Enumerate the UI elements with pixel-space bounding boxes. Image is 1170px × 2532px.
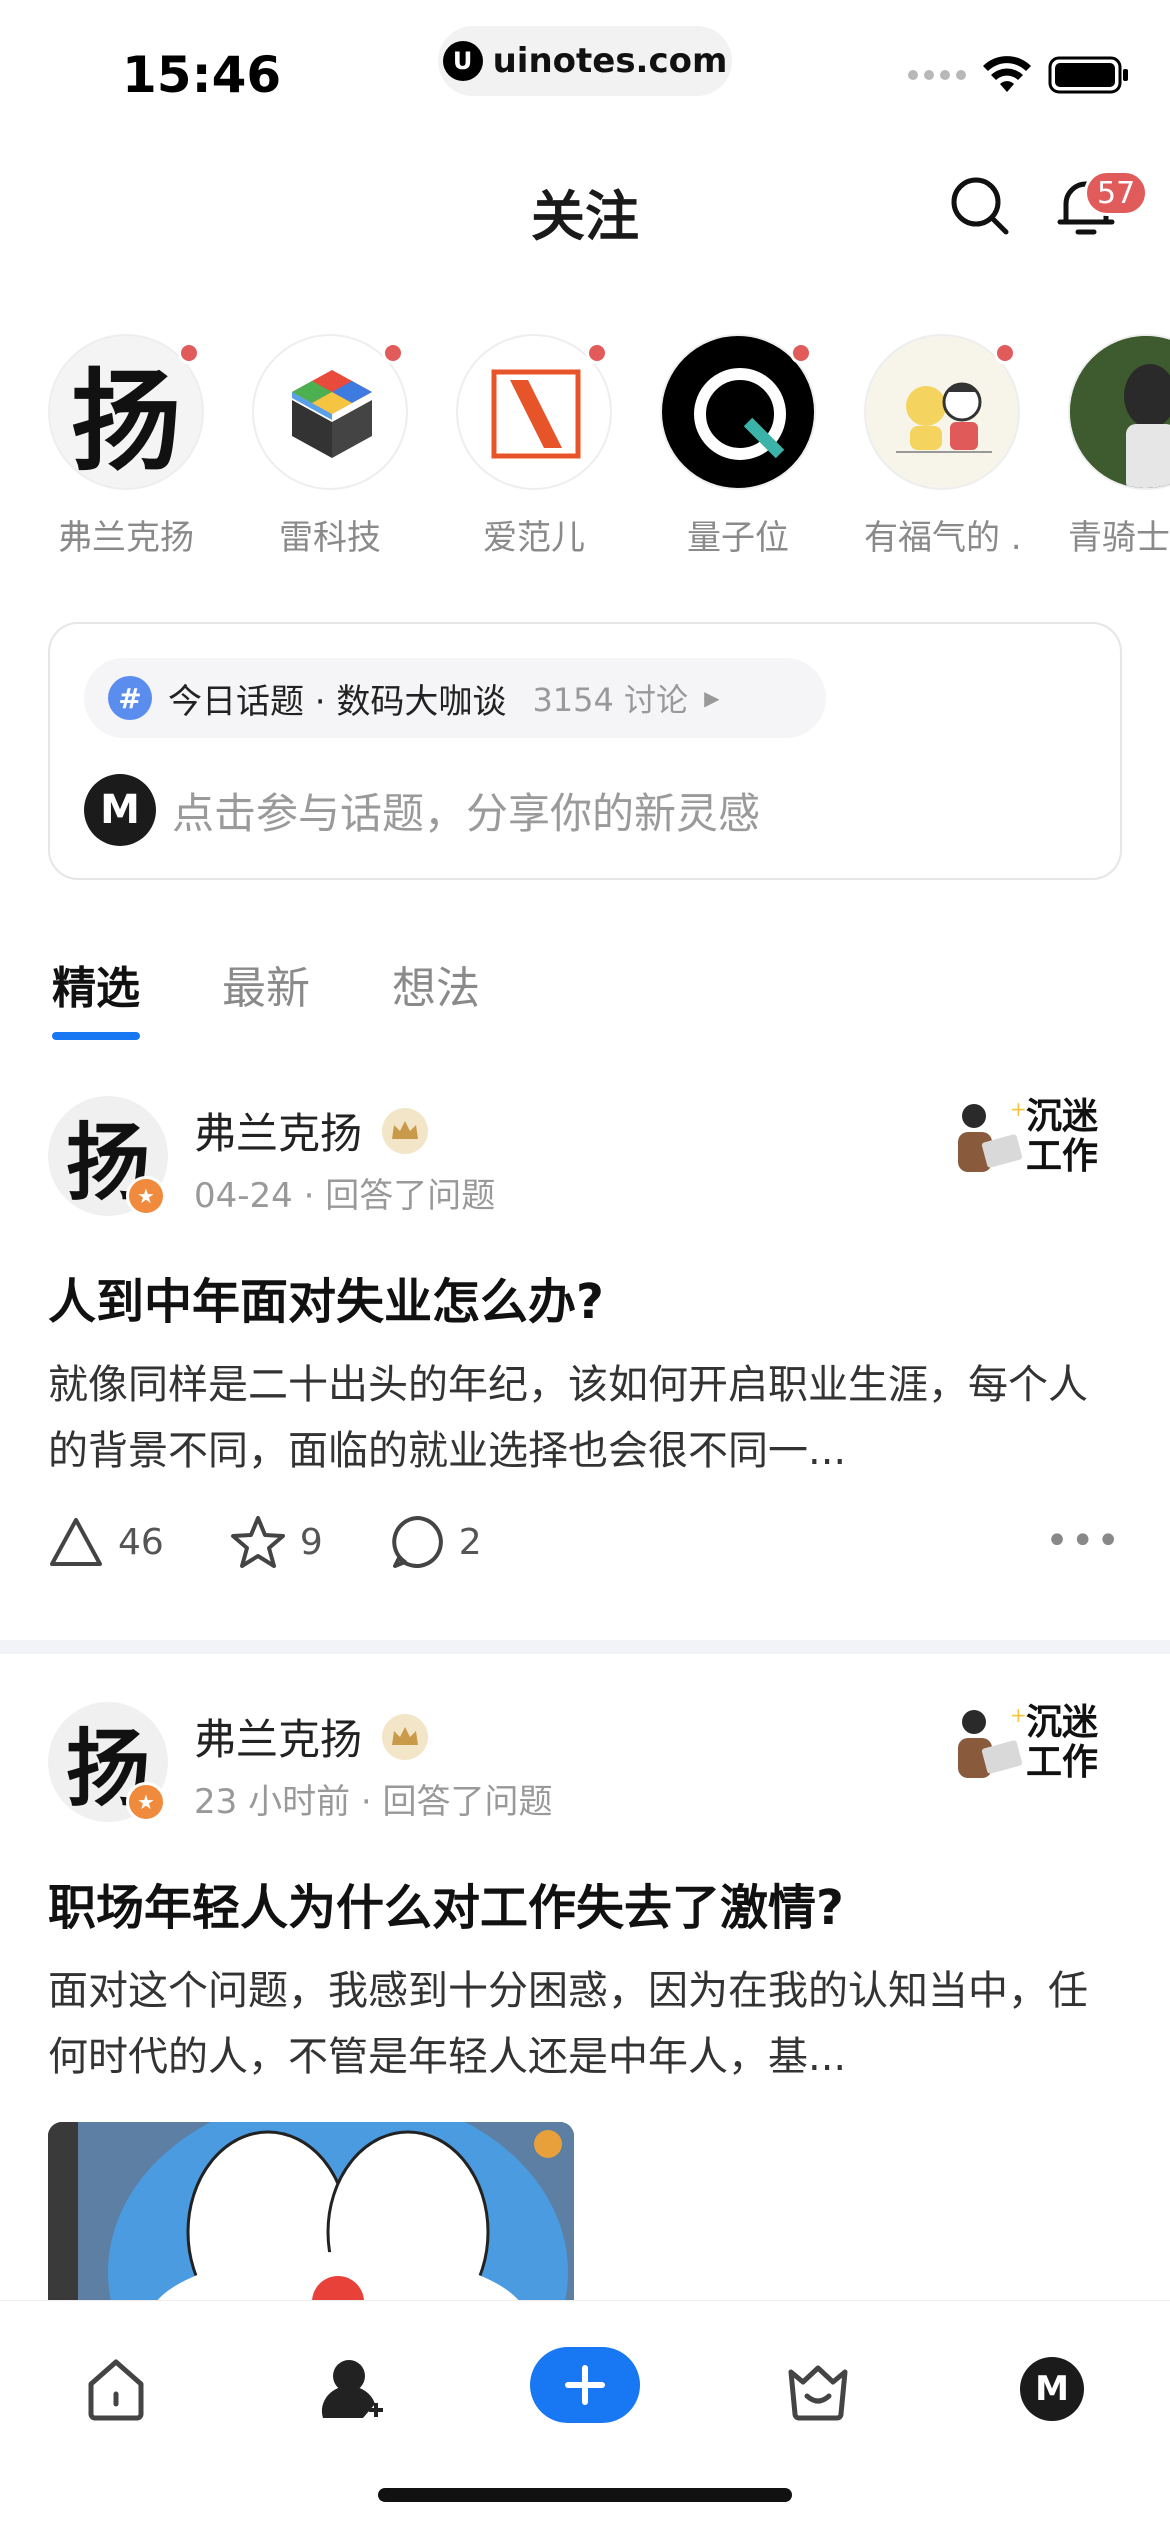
feed-divider (0, 1640, 1170, 1654)
following-name: 有福气的 ... (864, 518, 1020, 558)
post-title[interactable]: 职场年轻人为什么对工作失去了激情? (48, 1868, 844, 1938)
author-name: 弗兰克扬 (194, 1715, 363, 1764)
upvote-button[interactable]: 46 (48, 1516, 164, 1568)
photo-avatar-icon (1070, 336, 1170, 488)
following-name: 雷科技 (279, 518, 381, 558)
site-logo-icon: U (442, 41, 483, 81)
nav-home[interactable] (76, 2349, 156, 2429)
post-meta: 23 小时前 · 回答了问题 (194, 1782, 553, 1822)
following-list: 扬 弗兰克扬 雷科技 爱范儿 量子位 有福气的 青骑士 (48, 334, 1170, 564)
feed-tabs: 精选 最新 想法 (52, 952, 480, 1040)
svg-text:+: + (1010, 1097, 1027, 1121)
upvote-count: 46 (118, 1521, 164, 1563)
following-name: 量子位 (687, 518, 789, 558)
following-item[interactable]: 爱范儿 (456, 334, 612, 564)
favorite-count: 9 (299, 1521, 323, 1563)
tab-featured[interactable]: 精选 (52, 952, 140, 1040)
today-topic-link[interactable]: # 今日话题 · 数码大咖谈 3154 讨论 ▶ (84, 658, 826, 738)
doraemon-image (48, 2122, 574, 2322)
user-avatar-m-icon: M (84, 774, 156, 846)
search-icon (951, 177, 1009, 235)
battery-icon (1048, 56, 1128, 94)
status-time: 15:46 (122, 46, 282, 104)
hashtag-icon: # (108, 676, 152, 720)
post-meta: 04-24 · 回答了问题 (194, 1176, 496, 1216)
caret-right-icon: ▶ (704, 686, 720, 710)
favorite-button[interactable]: 9 (230, 1515, 323, 1569)
nav-vip[interactable] (778, 2349, 858, 2429)
avatar (1068, 334, 1170, 490)
topic-label: 今日话题 · 数码大咖谈 (168, 681, 507, 722)
home-indicator (378, 2488, 792, 2502)
status-indicators (908, 56, 1130, 94)
search-button[interactable] (948, 174, 1012, 238)
verified-star-icon: ★ (126, 1782, 166, 1822)
unread-dot (382, 342, 404, 364)
post-actions: 46 9 2 ••• (48, 1512, 1122, 1572)
status-bar: 15:46 U uinotes.com (0, 0, 1170, 130)
url-text: uinotes.com (492, 41, 728, 81)
signal-icon (908, 70, 966, 80)
compose-placeholder: 点击参与话题，分享你的新灵感 (172, 788, 761, 838)
wifi-icon (983, 56, 1031, 92)
profile-m-icon: M (1020, 2357, 1084, 2421)
following-name: 弗兰克扬 (58, 518, 194, 558)
home-icon (88, 2359, 144, 2421)
feed-post[interactable]: 扬 ★ 弗兰克扬 23 小时前 · 回答了问题 + 沉迷工作 职场年轻人为什么对… (0, 1702, 1170, 2322)
unread-dot (178, 342, 200, 364)
topic-tag[interactable]: + 沉迷工作 (948, 1096, 1118, 1188)
following-name: 青骑士 (1068, 518, 1170, 558)
crown-badge-icon (382, 1107, 429, 1154)
comment-button[interactable]: 2 (389, 1514, 482, 1570)
topic-tag-text: 沉迷工作 (1026, 1701, 1099, 1783)
post-image[interactable] (48, 2122, 574, 2322)
author-name-row[interactable]: 弗兰克扬 (194, 1100, 429, 1161)
comment-bubble-icon (391, 1516, 443, 1568)
following-item[interactable]: 有福气的 ... (864, 334, 1020, 564)
following-item[interactable]: 量子位 (660, 334, 816, 564)
comment-count: 2 (458, 1521, 482, 1563)
topic-tag[interactable]: + 沉迷工作 (948, 1702, 1118, 1794)
person-add-icon (321, 2360, 383, 2418)
post-title[interactable]: 人到中年面对失业怎么办? (48, 1262, 604, 1332)
feed-post[interactable]: 扬 ★ 弗兰克扬 04-24 · 回答了问题 + 沉迷工作 人到中年面对失业怎么… (0, 1096, 1170, 1616)
create-post-button[interactable] (530, 2347, 640, 2423)
svg-text:+: + (1010, 1703, 1027, 1727)
header: 关注 57 (0, 150, 1170, 260)
tab-thoughts[interactable]: 想法 (392, 952, 480, 1016)
author-name-row[interactable]: 弗兰克扬 (194, 1706, 429, 1767)
crown-badge-icon (382, 1713, 429, 1760)
upvote-triangle-icon (50, 1518, 102, 1566)
basket-icon (788, 2365, 848, 2421)
star-icon (230, 1516, 285, 1568)
topic-tag-text: 沉迷工作 (1026, 1095, 1099, 1177)
following-item[interactable]: 扬 弗兰克扬 (48, 334, 204, 564)
author-name: 弗兰克扬 (194, 1109, 363, 1158)
working-person-icon: + (958, 1097, 1027, 1172)
topic-count: 3154 讨论 (532, 681, 689, 719)
following-item[interactable]: 青骑士 (1068, 334, 1170, 564)
nav-following[interactable] (312, 2349, 392, 2429)
working-person-icon: + (958, 1703, 1027, 1778)
topic-compose-input[interactable]: M 点击参与话题，分享你的新灵感 (84, 774, 760, 846)
verified-star-icon: ★ (126, 1176, 166, 1216)
following-item[interactable]: 雷科技 (252, 334, 408, 564)
unread-dot (790, 342, 812, 364)
nav-profile[interactable]: M (1012, 2349, 1092, 2429)
unread-dot (586, 342, 608, 364)
notification-badge: 57 (1084, 170, 1149, 216)
url-pill[interactable]: U uinotes.com (438, 26, 732, 96)
post-excerpt[interactable]: 就像同样是二十出头的年纪，该如何开启职业生涯，每个人的背景不同，面临的就业选择也… (48, 1352, 1118, 1484)
following-name: 爱范儿 (483, 518, 585, 558)
plus-icon (565, 2365, 605, 2405)
post-excerpt[interactable]: 面对这个问题，我感到十分困惑，因为在我的认知当中，任何时代的人，不管是年轻人还是… (48, 1958, 1118, 2090)
topic-card: # 今日话题 · 数码大咖谈 3154 讨论 ▶ M 点击参与话题，分享你的新灵… (48, 622, 1122, 880)
more-options-icon[interactable]: ••• (1045, 1518, 1122, 1564)
unread-dot (994, 342, 1016, 364)
avatar-glyph: 扬 (71, 357, 181, 486)
tab-latest[interactable]: 最新 (222, 952, 310, 1016)
